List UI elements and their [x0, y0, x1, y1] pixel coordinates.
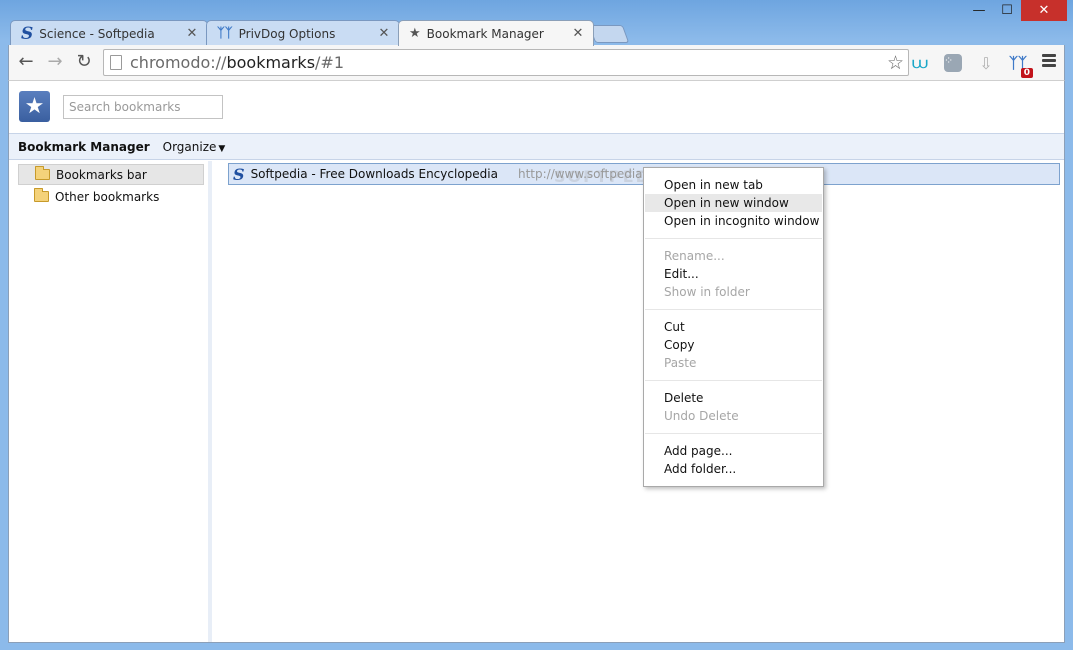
- download-extension-icon[interactable]: ⇩: [975, 52, 997, 74]
- folder-tree: Bookmarks bar Other bookmarks: [9, 161, 212, 642]
- back-icon[interactable]: ←: [14, 51, 38, 73]
- bookmark-star-icon[interactable]: ☆: [887, 52, 904, 74]
- apps-extension-icon[interactable]: ⁘: [942, 52, 964, 74]
- menu-item-open-new-tab[interactable]: Open in new tab: [645, 176, 822, 194]
- url-scheme: chromodo://: [130, 53, 227, 72]
- address-bar[interactable]: chromodo://bookmarks/#1 ☆: [103, 49, 909, 76]
- reload-icon[interactable]: ↻: [72, 51, 96, 73]
- folder-icon: [35, 166, 50, 180]
- menu-separator: [645, 380, 822, 381]
- menu-icon[interactable]: [1042, 54, 1056, 69]
- tab-close-icon[interactable]: ✕: [185, 26, 199, 41]
- manager-header: Bookmark Manager Organize ▼: [9, 133, 1064, 160]
- menu-item-cut[interactable]: Cut: [645, 318, 822, 336]
- menu-item-copy[interactable]: Copy: [645, 336, 822, 354]
- tab-science-softpedia[interactable]: S Science - Softpedia ✕: [10, 20, 208, 46]
- close-window-button[interactable]: ✕: [1021, 0, 1067, 21]
- menu-item-add-page[interactable]: Add page...: [645, 442, 822, 460]
- web-inspector-extension-icon[interactable]: ⩊: [909, 52, 931, 74]
- tab-title: Bookmark Manager: [426, 26, 544, 41]
- window-caption-buttons: — ☐ ✕: [965, 0, 1067, 22]
- menu-item-paste[interactable]: Paste: [645, 354, 822, 372]
- page-icon: [110, 55, 122, 70]
- menu-item-delete[interactable]: Delete: [645, 389, 822, 407]
- menu-separator: [645, 433, 822, 434]
- folder-label: Bookmarks bar: [56, 167, 147, 182]
- url-path: /#1: [315, 53, 345, 72]
- folder-other-bookmarks[interactable]: Other bookmarks: [18, 186, 204, 207]
- bookmark-title: Softpedia - Free Downloads Encyclopedia: [250, 167, 498, 181]
- star-icon: ★: [409, 26, 421, 41]
- menu-item-add-folder[interactable]: Add folder...: [645, 460, 822, 478]
- new-tab-button[interactable]: [588, 25, 630, 43]
- dog-icon: ᛉᛉ: [217, 26, 233, 41]
- minimize-button[interactable]: —: [965, 0, 993, 21]
- browser-window: — ☐ ✕ S Science - Softpedia ✕ ᛉᛉ PrivDog…: [0, 0, 1073, 650]
- tab-close-icon[interactable]: ✕: [377, 26, 391, 41]
- page-title: Bookmark Manager: [18, 139, 150, 154]
- menu-item-undo-delete[interactable]: Undo Delete: [645, 407, 822, 425]
- tab-bookmark-manager[interactable]: ★ Bookmark Manager ✕: [398, 20, 594, 46]
- maximize-button[interactable]: ☐: [993, 0, 1021, 21]
- tab-title: PrivDog Options: [238, 26, 336, 41]
- browser-toolbar: ← → ↻ chromodo://bookmarks/#1 ☆ ⩊ ⁘ ⇩ ᛉᛉ…: [8, 45, 1065, 81]
- softpedia-favicon-icon: S: [21, 23, 34, 44]
- extension-badge: 0: [1020, 68, 1033, 78]
- privdog-extension-icon[interactable]: ᛉᛉ 0: [1007, 52, 1033, 78]
- search-bookmarks-input[interactable]: [63, 95, 223, 119]
- organize-menu-button[interactable]: Organize ▼: [163, 140, 226, 154]
- tab-title: Science - Softpedia: [39, 26, 155, 41]
- folder-bookmarks-bar[interactable]: Bookmarks bar: [18, 164, 204, 185]
- tab-strip: S Science - Softpedia ✕ ᛉᛉ PrivDog Optio…: [10, 20, 710, 46]
- menu-separator: [645, 309, 822, 310]
- menu-item-open-new-window[interactable]: Open in new window: [645, 194, 822, 212]
- menu-item-open-incognito[interactable]: Open in incognito window: [645, 212, 822, 230]
- context-menu: Open in new tab Open in new window Open …: [643, 167, 824, 487]
- tab-privdog-options[interactable]: ᛉᛉ PrivDog Options ✕: [206, 20, 400, 46]
- menu-separator: [645, 238, 822, 239]
- bookmark-manager-page: ★ Bookmark Manager Organize▼ Bookmarks b…: [8, 81, 1065, 643]
- tab-close-icon[interactable]: ✕: [571, 26, 585, 41]
- folder-label: Other bookmarks: [55, 189, 160, 204]
- forward-icon[interactable]: →: [43, 51, 67, 73]
- softpedia-favicon-icon: S: [233, 164, 245, 184]
- bookmark-manager-logo-icon: ★: [19, 91, 50, 122]
- folder-icon: [34, 188, 49, 202]
- menu-item-show-in-folder[interactable]: Show in folder: [645, 283, 822, 301]
- menu-item-edit[interactable]: Edit...: [645, 265, 822, 283]
- caret-down-icon: ▼: [218, 143, 226, 154]
- url-host: bookmarks: [226, 53, 316, 72]
- menu-item-rename[interactable]: Rename...: [645, 247, 822, 265]
